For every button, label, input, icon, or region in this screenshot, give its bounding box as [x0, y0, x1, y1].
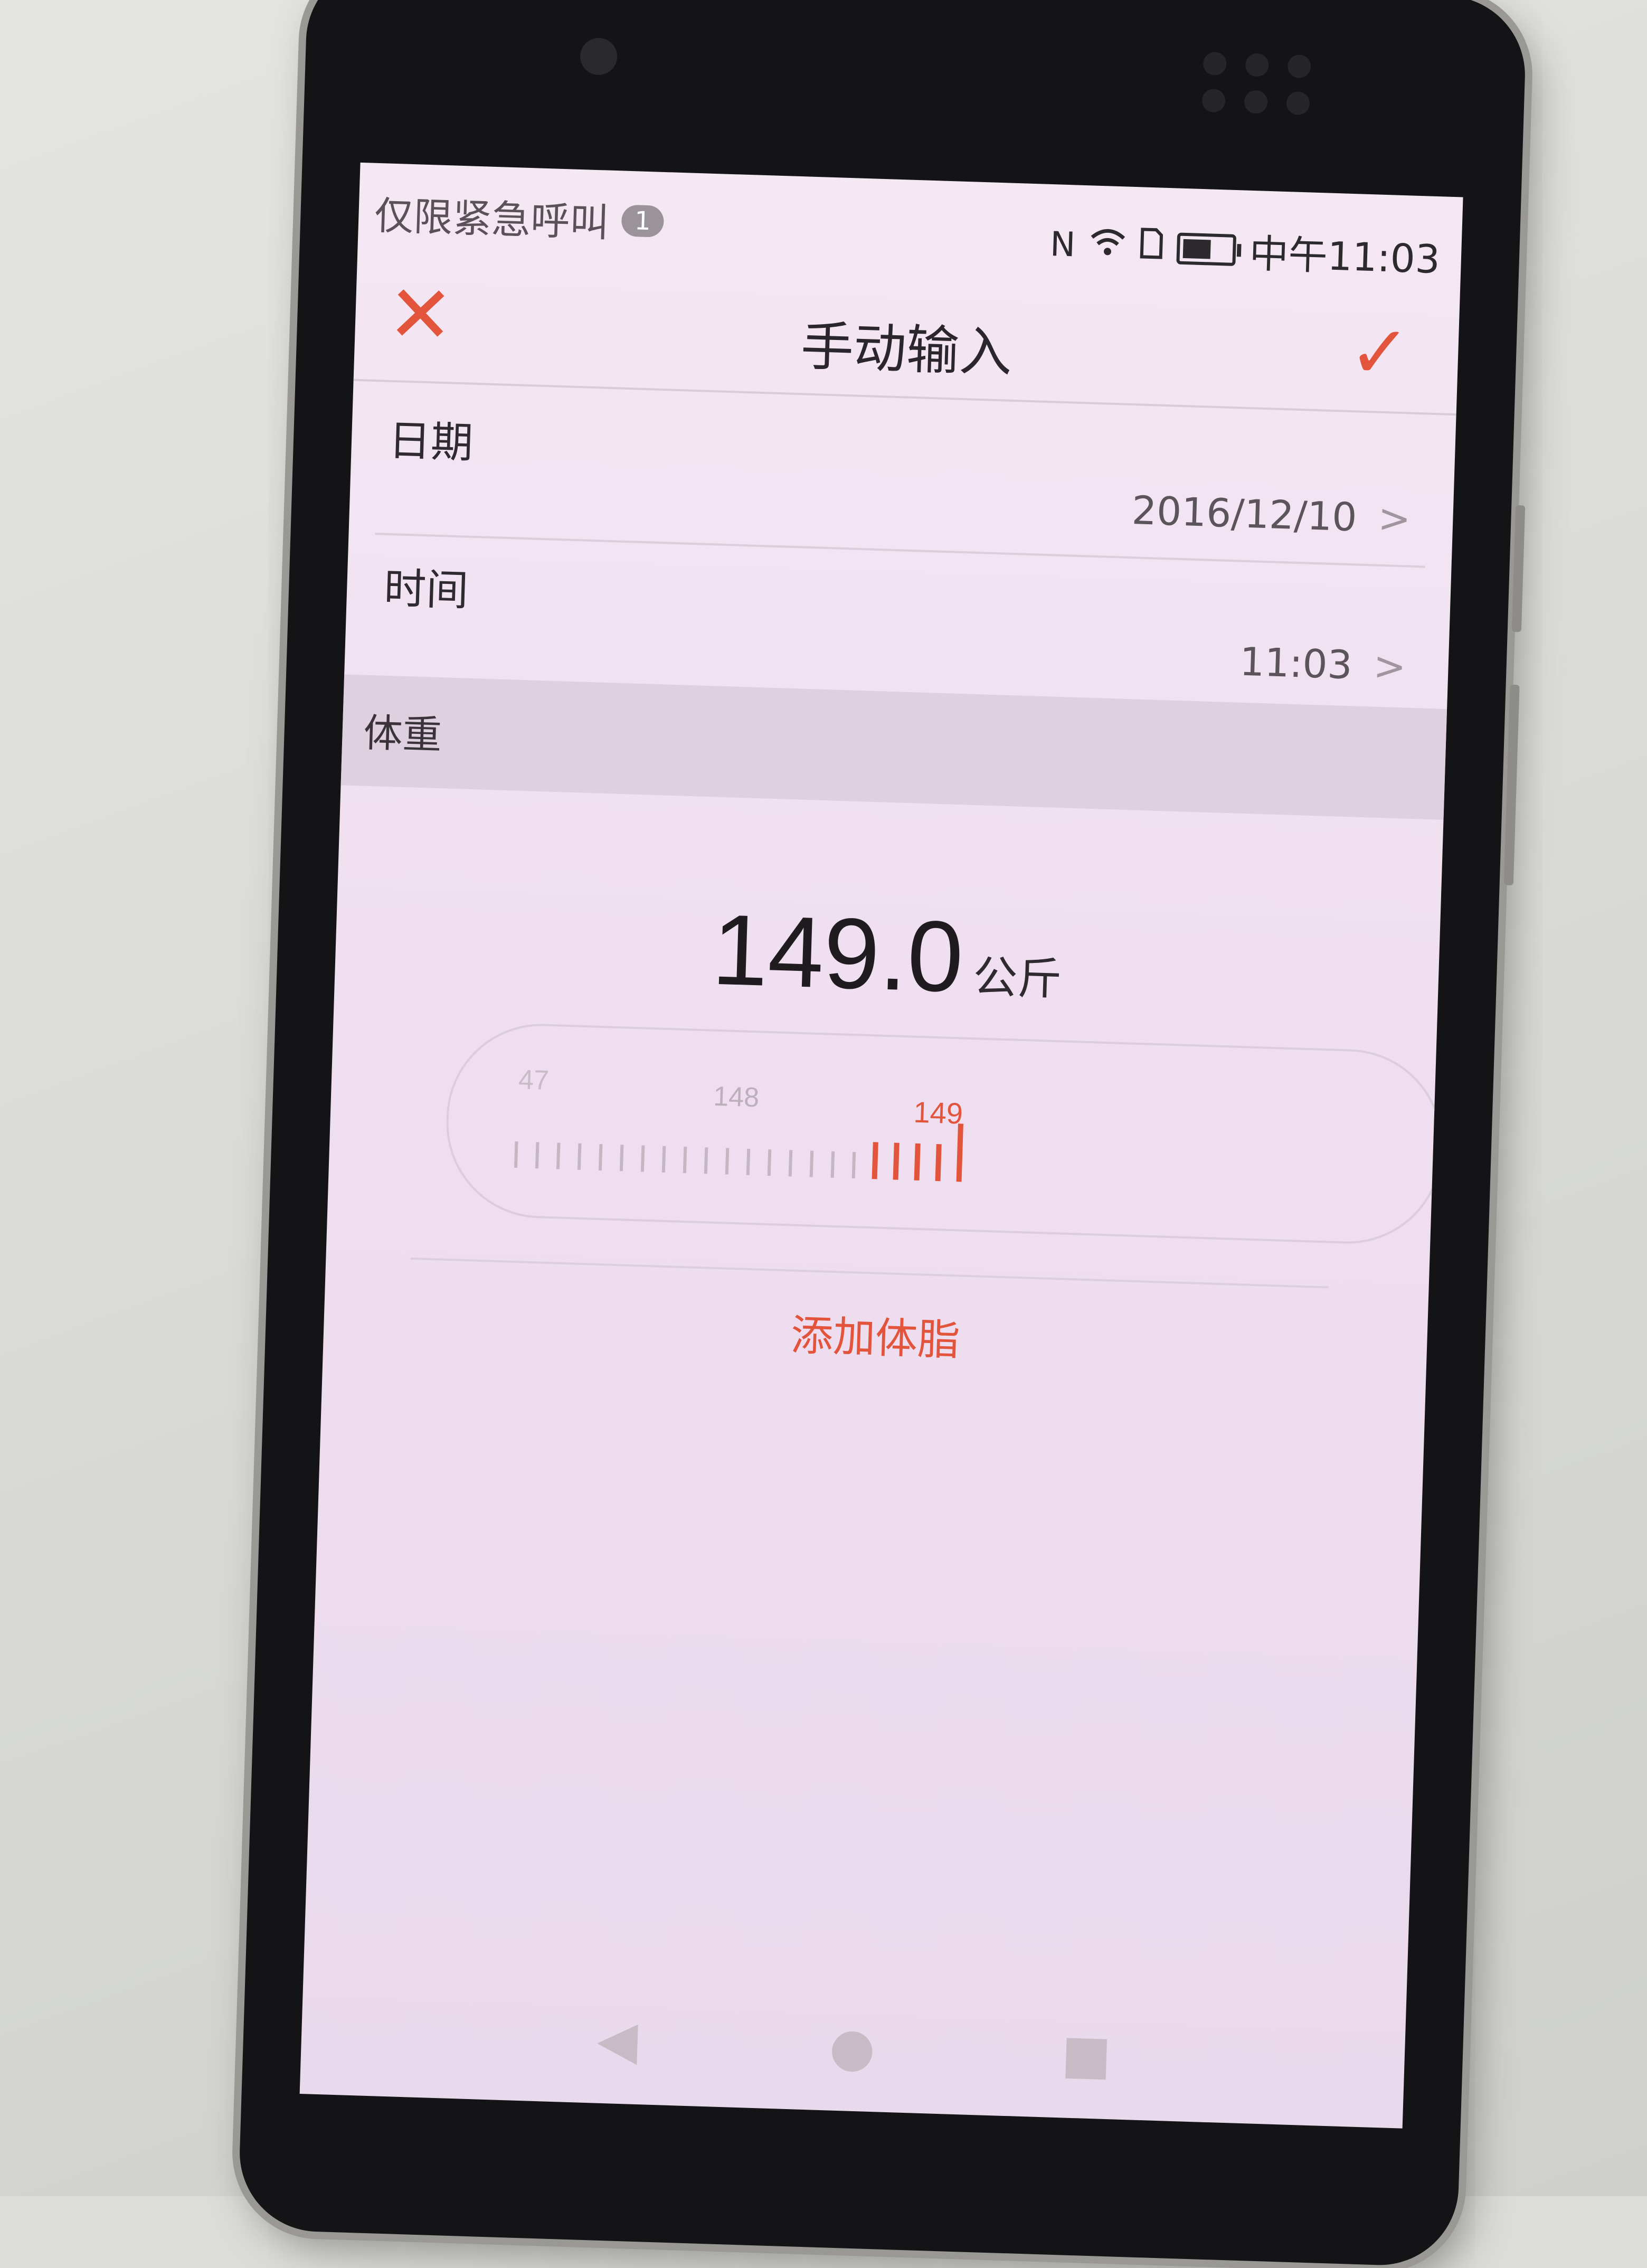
- time-label: 时间: [383, 563, 469, 616]
- ruler-tick: [830, 1151, 835, 1178]
- chevron-right-icon: >: [1377, 495, 1412, 542]
- weight-value: 149.0: [711, 893, 965, 1014]
- navigation-bar: ◀ ● ■: [300, 1957, 1407, 2129]
- ruler-tick: [619, 1145, 624, 1171]
- ruler-tick: [661, 1146, 666, 1173]
- sim-icon: [1139, 227, 1163, 268]
- ruler-tick: [956, 1123, 963, 1182]
- chevron-right-icon: >: [1372, 643, 1407, 690]
- ruler-tick: [809, 1150, 814, 1177]
- add-body-fat-button[interactable]: 添加体脂: [323, 1287, 1428, 1383]
- ruler-label-47: 47: [518, 1064, 550, 1096]
- ruler-label-148: 148: [713, 1081, 760, 1113]
- phone-device: 仅限紧急呼叫 1 N 中午11:03 ✕ 手动输入 ✓ 日期 2016/12/1…: [237, 0, 1528, 2268]
- ruler-tick: [851, 1152, 856, 1179]
- nfc-icon: N: [1049, 224, 1076, 264]
- ruler-tick: [725, 1148, 730, 1175]
- ruler-tick: [935, 1144, 942, 1182]
- home-nav-icon[interactable]: ●: [828, 2016, 876, 2079]
- sensor-array: [1201, 51, 1314, 119]
- page-title: 手动输入: [800, 315, 1013, 384]
- weight-display: 149.0 公斤: [334, 880, 1441, 1030]
- notification-badge: 1: [621, 204, 665, 238]
- divider: [410, 1257, 1329, 1289]
- carrier-text: 仅限紧急呼叫: [374, 193, 610, 246]
- back-nav-icon[interactable]: ◀: [596, 2008, 639, 2071]
- ruler-tick: [598, 1144, 603, 1171]
- weight-ruler-slider[interactable]: 47 148 149: [443, 1020, 1446, 1247]
- time-value: 11:03: [1239, 639, 1353, 688]
- front-camera: [580, 37, 618, 76]
- ruler-tick: [767, 1149, 772, 1176]
- ruler-tick: [704, 1147, 708, 1174]
- ruler-tick: [788, 1150, 793, 1177]
- wifi-icon: [1088, 225, 1127, 267]
- ruler-tick: [893, 1142, 900, 1180]
- ruler-tick: [640, 1145, 645, 1172]
- ruler-tick: [914, 1143, 921, 1181]
- ruler-tick: [683, 1147, 687, 1174]
- date-label: 日期: [387, 415, 474, 468]
- ruler-tick: [556, 1142, 561, 1169]
- recents-nav-icon[interactable]: ■: [1061, 2023, 1112, 2086]
- weight-section-label: 体重: [363, 710, 442, 759]
- ruler-tick: [577, 1143, 582, 1170]
- confirm-button[interactable]: ✓: [1347, 309, 1412, 397]
- ruler-ticks: [514, 1123, 963, 1182]
- battery-icon: [1176, 232, 1236, 266]
- weight-unit: 公斤: [972, 951, 1063, 1006]
- date-value: 2016/12/10: [1131, 488, 1358, 541]
- ruler-tick: [746, 1148, 751, 1175]
- clock-time: 中午11:03: [1248, 231, 1441, 283]
- ruler-tick: [872, 1142, 878, 1179]
- screen: 仅限紧急呼叫 1 N 中午11:03 ✕ 手动输入 ✓ 日期 2016/12/1…: [299, 162, 1463, 2129]
- ruler-label-149: 149: [913, 1095, 963, 1130]
- ruler-tick: [535, 1142, 539, 1169]
- ruler-tick: [514, 1141, 518, 1168]
